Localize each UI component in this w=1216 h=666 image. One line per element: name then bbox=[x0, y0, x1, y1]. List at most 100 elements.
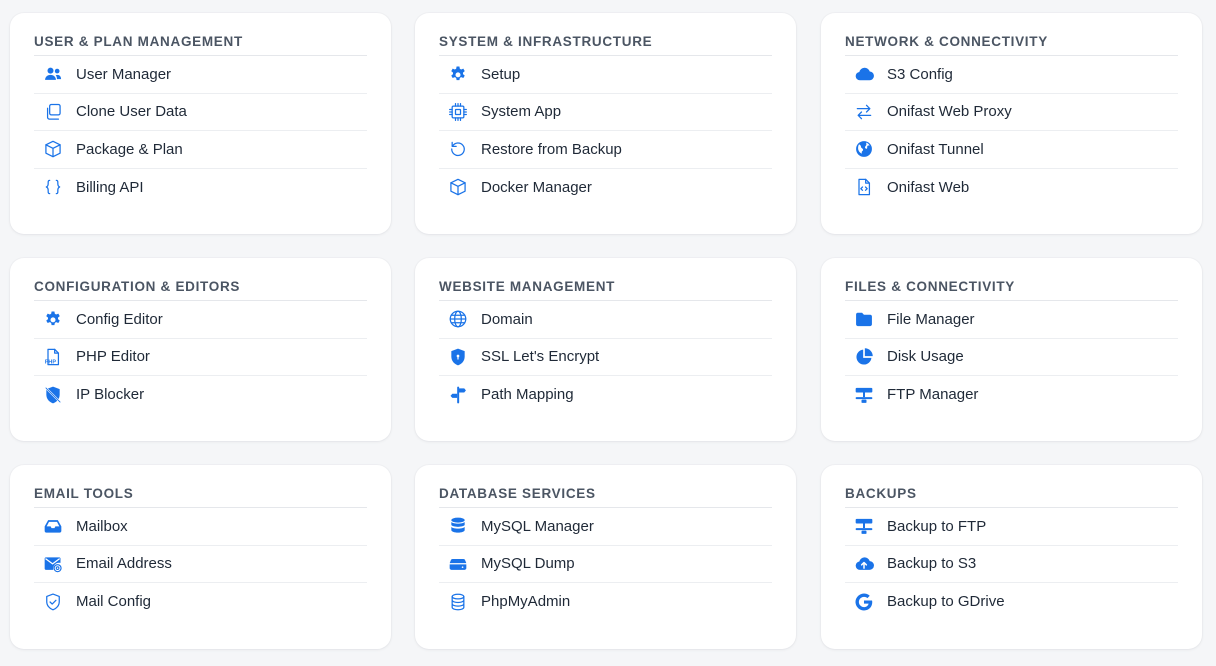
card-item-list: User Manager Clone User Data Package & Pla… bbox=[34, 56, 367, 206]
tool-link-docker-manager[interactable]: Docker Manager bbox=[439, 169, 772, 207]
card-item-list: Mailbox Email Address Mail Config bbox=[34, 508, 367, 621]
tool-link-clone-user-data[interactable]: Clone User Data bbox=[34, 94, 367, 131]
tool-label: Mailbox bbox=[76, 517, 128, 535]
tool-label: Disk Usage bbox=[887, 348, 964, 366]
tool-link-s3-config[interactable]: S3 Config bbox=[845, 56, 1178, 94]
tool-link-mailbox[interactable]: Mailbox bbox=[34, 508, 367, 546]
cloud-upload-icon bbox=[854, 554, 874, 574]
database-icon bbox=[448, 516, 468, 536]
tool-link-disk-usage[interactable]: Disk Usage bbox=[845, 339, 1178, 376]
tool-link-user-manager[interactable]: User Manager bbox=[34, 56, 367, 94]
tool-link-system-app[interactable]: System App bbox=[439, 94, 772, 131]
tool-label: File Manager bbox=[887, 310, 975, 328]
tool-link-onifast-web-proxy[interactable]: Onifast Web Proxy bbox=[845, 94, 1178, 131]
svg-text:PHP: PHP bbox=[45, 359, 57, 365]
tool-link-mail-config[interactable]: Mail Config bbox=[34, 583, 367, 621]
card-title: NETWORK & CONNECTIVITY bbox=[845, 13, 1178, 56]
tool-label: Billing API bbox=[76, 178, 144, 196]
network-icon bbox=[854, 516, 874, 536]
tool-link-ssl-let-s-encrypt[interactable]: SSL Let's Encrypt bbox=[439, 339, 772, 376]
globe-icon bbox=[448, 309, 468, 329]
tool-link-onifast-tunnel[interactable]: Onifast Tunnel bbox=[845, 131, 1178, 169]
braces-icon bbox=[43, 177, 63, 197]
tool-label: Path Mapping bbox=[481, 386, 574, 404]
tool-label: Mail Config bbox=[76, 593, 152, 611]
tool-link-setup[interactable]: Setup bbox=[439, 56, 772, 94]
pie-chart-icon bbox=[854, 347, 874, 367]
card-title: SYSTEM & INFRASTRUCTURE bbox=[439, 13, 772, 56]
card-item-list: Config Editor PHP PHP Editor IP Blocker bbox=[34, 301, 367, 414]
tool-label: Config Editor bbox=[76, 310, 163, 328]
tool-link-ftp-manager[interactable]: FTP Manager bbox=[845, 376, 1178, 414]
card-title: DATABASE SERVICES bbox=[439, 465, 772, 508]
tool-link-billing-api[interactable]: Billing API bbox=[34, 169, 367, 207]
card-database-services: DATABASE SERVICES MySQL Manager MySQL Dump… bbox=[415, 465, 796, 649]
tool-link-email-address[interactable]: Email Address bbox=[34, 546, 367, 583]
tool-label: Onifast Web bbox=[887, 178, 970, 196]
card-network-and-connectivity: NETWORK & CONNECTIVITY S3 Config Onifast W… bbox=[821, 13, 1202, 234]
card-configuration-and-editors: CONFIGURATION & EDITORS Config Editor PHP P… bbox=[10, 258, 391, 441]
google-icon bbox=[854, 592, 874, 612]
folder-icon bbox=[854, 309, 874, 329]
card-item-list: File Manager Disk Usage FTP Manager bbox=[845, 301, 1178, 414]
box-icon bbox=[448, 177, 468, 197]
hard-drive-icon bbox=[448, 554, 468, 574]
tool-label: Domain bbox=[481, 310, 533, 328]
tool-label: Clone User Data bbox=[76, 103, 187, 121]
tool-link-backup-to-ftp[interactable]: Backup to FTP bbox=[845, 508, 1178, 546]
card-files-and-connectivity: FILES & CONNECTIVITY File Manager Disk Usa… bbox=[821, 258, 1202, 441]
php-file-icon: PHP bbox=[43, 347, 63, 367]
tool-label: Package & Plan bbox=[76, 140, 183, 158]
tool-link-file-manager[interactable]: File Manager bbox=[845, 301, 1178, 339]
globe-filled-icon bbox=[854, 139, 874, 159]
tool-label: Email Address bbox=[76, 555, 172, 573]
tool-link-ip-blocker[interactable]: IP Blocker bbox=[34, 376, 367, 414]
tool-label: MySQL Manager bbox=[481, 517, 594, 535]
tool-label: Setup bbox=[481, 65, 521, 83]
tool-label: Onifast Web Proxy bbox=[887, 103, 1012, 121]
tool-label: Backup to GDrive bbox=[887, 593, 1005, 611]
tool-label: Onifast Tunnel bbox=[887, 140, 984, 158]
tool-link-php-editor[interactable]: PHP PHP Editor bbox=[34, 339, 367, 376]
card-title: CONFIGURATION & EDITORS bbox=[34, 258, 367, 301]
tool-label: Backup to S3 bbox=[887, 555, 977, 573]
inbox-icon bbox=[43, 516, 63, 536]
card-item-list: Domain SSL Let's Encrypt Path Mapping bbox=[439, 301, 772, 414]
tool-label: S3 Config bbox=[887, 65, 953, 83]
tool-link-domain[interactable]: Domain bbox=[439, 301, 772, 339]
tool-link-phpmyadmin[interactable]: PhpMyAdmin bbox=[439, 583, 772, 621]
tool-link-config-editor[interactable]: Config Editor bbox=[34, 301, 367, 339]
card-item-list: S3 Config Onifast Web Proxy Onifast Tunnel… bbox=[845, 56, 1178, 206]
tool-link-mysql-manager[interactable]: MySQL Manager bbox=[439, 508, 772, 546]
shield-check-icon bbox=[43, 592, 63, 612]
tool-link-package-and-plan[interactable]: Package & Plan bbox=[34, 131, 367, 169]
tool-label: Docker Manager bbox=[481, 178, 592, 196]
tool-label: SSL Let's Encrypt bbox=[481, 348, 600, 366]
tool-label: Backup to FTP bbox=[887, 517, 987, 535]
tool-link-backup-to-s3[interactable]: Backup to S3 bbox=[845, 546, 1178, 583]
card-website-management: WEBSITE MANAGEMENT Domain SSL Let's Encryp… bbox=[415, 258, 796, 441]
tool-link-onifast-web[interactable]: Onifast Web bbox=[845, 169, 1178, 207]
tool-link-path-mapping[interactable]: Path Mapping bbox=[439, 376, 772, 414]
tool-link-backup-to-gdrive[interactable]: Backup to GDrive bbox=[845, 583, 1178, 621]
card-title: BACKUPS bbox=[845, 465, 1178, 508]
tool-label: MySQL Dump bbox=[481, 555, 575, 573]
card-system-and-infrastructure: SYSTEM & INFRASTRUCTURE Setup System App Re… bbox=[415, 13, 796, 234]
tool-label: IP Blocker bbox=[76, 386, 145, 404]
tool-label: User Manager bbox=[76, 65, 172, 83]
card-user-and-plan-management: USER & PLAN MANAGEMENT User Manager Clone … bbox=[10, 13, 391, 234]
swap-arrows-icon bbox=[854, 102, 874, 122]
tool-link-mysql-dump[interactable]: MySQL Dump bbox=[439, 546, 772, 583]
code-file-icon bbox=[854, 177, 874, 197]
gear-icon bbox=[448, 64, 468, 84]
card-item-list: MySQL Manager MySQL Dump PhpMyAdmin bbox=[439, 508, 772, 621]
cpu-icon bbox=[448, 102, 468, 122]
card-item-list: Setup System App Restore from Backup Docker… bbox=[439, 56, 772, 206]
signpost-icon bbox=[448, 385, 468, 405]
card-title: EMAIL TOOLS bbox=[34, 465, 367, 508]
tool-link-restore-from-backup[interactable]: Restore from Backup bbox=[439, 131, 772, 169]
card-title: USER & PLAN MANAGEMENT bbox=[34, 13, 367, 56]
box-icon bbox=[43, 139, 63, 159]
copy-icon bbox=[43, 102, 63, 122]
database-outline-icon bbox=[448, 592, 468, 612]
